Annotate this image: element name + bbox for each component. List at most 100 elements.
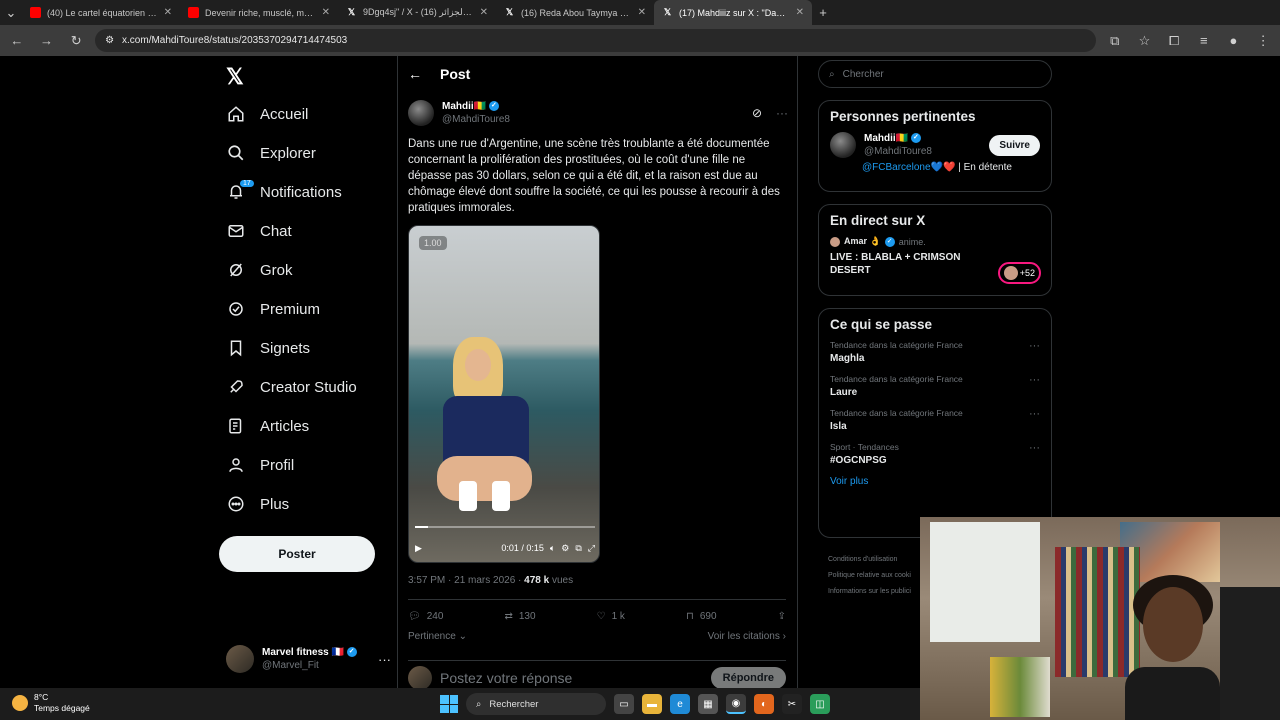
windows-start-icon[interactable] (440, 695, 458, 713)
more-icon[interactable]: ··· (1029, 340, 1040, 352)
edge-icon[interactable]: e (670, 694, 690, 714)
forward-icon[interactable]: → (36, 30, 58, 52)
new-tab-icon[interactable]: + (812, 2, 834, 24)
trend-item[interactable]: Tendance dans la catégorie France Maghla ·… (830, 340, 1040, 364)
close-icon[interactable]: ✕ (480, 7, 488, 18)
nav-grok[interactable]: Grok (226, 255, 293, 285)
like-button[interactable]: ♡ 1 k (597, 608, 625, 624)
person-handle: @MahdiToure8 (864, 146, 932, 157)
search-input[interactable]: ⌕ Chercher (818, 60, 1052, 88)
see-more-link[interactable]: Voir plus (830, 476, 1040, 487)
nav-creator-studio[interactable]: Creator Studio (226, 372, 357, 402)
reply-submit-button[interactable]: Répondre (710, 666, 786, 688)
close-icon[interactable]: ✕ (164, 7, 172, 18)
more-icon[interactable]: ··· (776, 106, 788, 120)
back-arrow-icon[interactable]: ← (408, 66, 422, 82)
weather-widget[interactable]: 8°C Temps dégagé (12, 692, 90, 714)
post-button[interactable]: Poster (219, 536, 375, 572)
video-player[interactable]: 1.00 ▶ 0:01 / 0:15 🔈︎ ⚙ ⧉ ⤢ (408, 225, 600, 563)
video-progress-bar[interactable] (415, 526, 595, 528)
post-meta: 3:57 PM · 21 mars 2026 · 478 k vues (408, 575, 573, 586)
nav-chat[interactable]: Chat (226, 216, 292, 246)
browser-tab[interactable]: Devenir riche, musclé, moins st ✕ (180, 0, 338, 25)
view-quotes-link[interactable]: Voir les citations › (708, 631, 786, 642)
weather-temp: 8°C (34, 692, 49, 702)
close-icon[interactable]: ✕ (638, 7, 646, 18)
taskbar-search[interactable]: ⌕ Rechercher (466, 693, 606, 715)
repost-button[interactable]: ⇄ 130 (504, 608, 535, 624)
more-icon[interactable]: ··· (1029, 408, 1040, 420)
store-icon[interactable]: ▦ (698, 694, 718, 714)
taskbar-apps: ⌕ Rechercher ▭ ▬ e ▦ ◉ ◐ ✂ ◫ (440, 692, 830, 716)
settings-icon[interactable]: ⚙ (561, 543, 569, 554)
trend-name: Laure (830, 387, 858, 398)
author-handle[interactable]: @MahdiToure8 (442, 113, 744, 126)
article-icon (226, 416, 246, 436)
nav-more[interactable]: Plus (226, 489, 289, 519)
star-icon[interactable]: ☆ (1134, 30, 1156, 52)
close-icon[interactable]: ✕ (322, 7, 330, 18)
trend-item[interactable]: Tendance dans la catégorie France Laure ··… (830, 374, 1040, 398)
site-info-icon[interactable]: ⚙ (105, 35, 114, 46)
file-explorer-icon[interactable]: ▬ (642, 694, 662, 714)
account-switcher[interactable]: Marvel fitness 🇫🇷 ✓ @Marvel_Fit ··· (226, 642, 391, 676)
close-icon[interactable]: ✕ (796, 7, 804, 18)
nav-profile[interactable]: Profil (226, 450, 294, 480)
listener-count: +52 (1019, 268, 1035, 278)
fullscreen-icon[interactable]: ⤢ (588, 543, 595, 554)
pip-icon[interactable]: ⧉ (575, 543, 581, 554)
capcut-icon[interactable]: ✂ (782, 694, 802, 714)
more-icon[interactable]: ··· (378, 652, 391, 667)
person-name[interactable]: Mahdii🇬🇳 (864, 133, 908, 144)
nav-premium[interactable]: Premium (226, 294, 320, 324)
tab-title: (40) Le cartel équatorien Los Lo (47, 7, 158, 18)
post-timestamp[interactable]: 3:57 PM · 21 mars 2026 · (408, 575, 524, 586)
more-icon[interactable]: ··· (1029, 442, 1040, 454)
follow-button[interactable]: Suivre (989, 134, 1040, 156)
share-button[interactable]: ⇪ (778, 608, 786, 624)
bio-link[interactable]: @FCBarcelone (862, 162, 931, 173)
nav-articles[interactable]: Articles (226, 411, 309, 441)
grok-icon[interactable]: ⊘ (752, 106, 762, 120)
media-icon[interactable]: ≡ (1193, 30, 1215, 52)
extensions-icon[interactable]: ⧠ (1163, 30, 1185, 52)
browser-tab-active[interactable]: 𝕏 (17) Mahdiiiz sur X : "Dans une ✕ (654, 0, 812, 25)
trend-item[interactable]: Sport · Tendances #OGCNPSG ··· (830, 442, 1040, 466)
play-icon[interactable]: ▶ (415, 543, 422, 554)
tab-title: (17) Mahdiiiz sur X : "Dans une (679, 7, 790, 18)
address-bar[interactable]: ⚙ x.com/MahdiToure8/status/2035370294714… (95, 29, 1096, 52)
sort-dropdown[interactable]: Pertinence ⌄ (408, 631, 467, 642)
nav-notifications[interactable]: 17 Notifications (226, 177, 342, 207)
nav-explore[interactable]: Explorer (226, 138, 316, 168)
trend-item[interactable]: Tendance dans la catégorie France Isla ··· (830, 408, 1040, 432)
firefox-icon[interactable]: ◐ (754, 694, 774, 714)
author-name[interactable]: Mahdii🇬🇳 (442, 101, 486, 112)
reply-button[interactable]: 💬︎ 240 (408, 608, 443, 624)
playback-speed[interactable]: 1.00 (419, 236, 447, 250)
browser-tab[interactable]: 𝕏 (16) Reda Abou Taymya sur X : ✕ (496, 0, 654, 25)
chrome-icon[interactable]: ◉ (726, 694, 746, 714)
tab-list-icon[interactable]: ⌄ (0, 2, 22, 24)
avatar[interactable] (408, 100, 434, 126)
video-time: 0:01 / 0:15 (501, 543, 544, 553)
bookmark-button[interactable]: ⊓ 690 (686, 608, 717, 624)
menu-icon[interactable]: ⋮ (1252, 30, 1274, 52)
task-view-icon[interactable]: ▭ (614, 694, 634, 714)
nav-home[interactable]: Accueil (226, 99, 308, 129)
more-icon[interactable]: ··· (1029, 374, 1040, 386)
install-icon[interactable]: ⧉ (1104, 30, 1126, 52)
volume-icon[interactable]: 🔈︎ (550, 543, 555, 554)
premium-icon (226, 299, 246, 319)
back-icon[interactable]: ← (6, 30, 28, 52)
app-icon[interactable]: ◫ (810, 694, 830, 714)
nav-bookmarks[interactable]: Signets (226, 333, 310, 363)
x-logo-icon[interactable]: 𝕏 (226, 64, 244, 90)
avatar[interactable] (830, 132, 856, 158)
column-divider (797, 56, 798, 688)
live-card[interactable]: En direct sur X Amar 👌 ✓ anime. LIVE : B… (818, 204, 1052, 296)
browser-tab[interactable]: 𝕏 9Dgq4sj" / X - بوابة الجزائر (16) ✕ (338, 0, 496, 25)
profile-icon[interactable]: ● (1223, 30, 1245, 52)
browser-tab[interactable]: (40) Le cartel équatorien Los Lo ✕ (22, 0, 180, 25)
reply-input[interactable]: Postez votre réponse (440, 670, 703, 686)
reload-icon[interactable]: ↻ (65, 30, 87, 52)
